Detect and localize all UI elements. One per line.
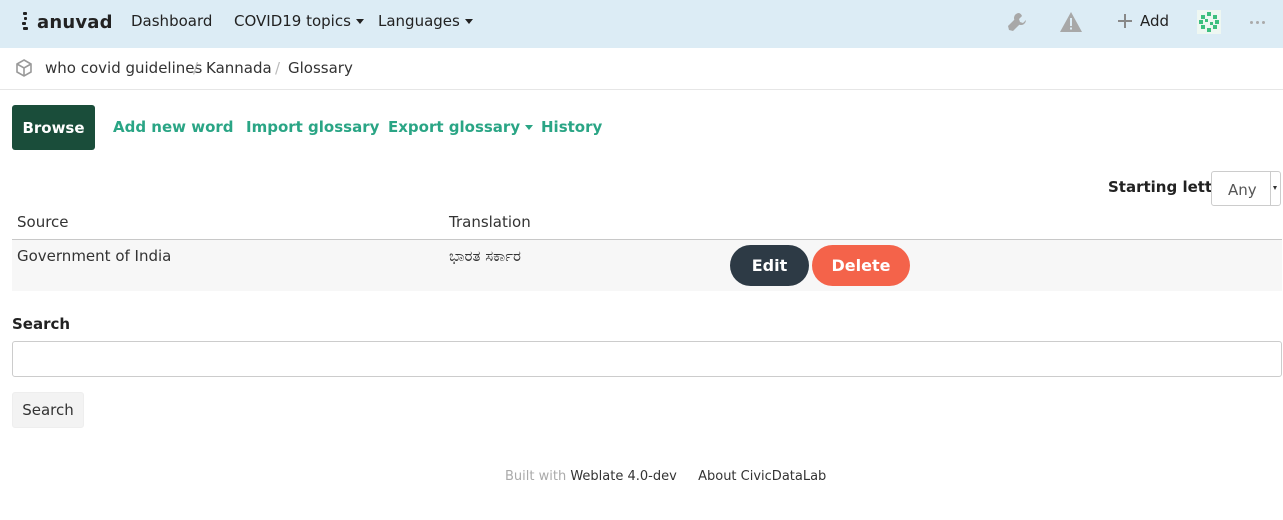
delete-button[interactable]: Delete bbox=[812, 245, 910, 286]
plus-icon[interactable] bbox=[1118, 14, 1132, 28]
footer-built-with: Built with bbox=[505, 469, 567, 484]
nav-languages-label: Languages bbox=[378, 12, 460, 30]
export-glossary-label: Export glossary bbox=[388, 118, 521, 136]
select-arrow-icon bbox=[1270, 172, 1279, 205]
nav-covid-topics[interactable]: COVID19 topics bbox=[234, 12, 364, 30]
breadcrumb: who covid guidelines / Kannada / Glossar… bbox=[0, 48, 1283, 90]
caret-down-icon bbox=[525, 125, 534, 130]
add-new-word-tab[interactable]: Add new word bbox=[113, 118, 234, 136]
nav-covid-topics-label: COVID19 topics bbox=[234, 12, 351, 30]
search-input[interactable] bbox=[12, 341, 1282, 377]
warning-icon[interactable] bbox=[1059, 11, 1083, 33]
anuvad-logo-icon bbox=[20, 11, 30, 33]
more-options-icon[interactable] bbox=[1250, 21, 1265, 24]
user-avatar[interactable] bbox=[1197, 10, 1221, 34]
row-source-cell: Government of India bbox=[17, 247, 172, 265]
wrench-icon[interactable] bbox=[1005, 10, 1029, 34]
import-glossary-tab[interactable]: Import glossary bbox=[246, 118, 379, 136]
breadcrumb-separator: / bbox=[275, 59, 281, 77]
caret-down-icon bbox=[355, 19, 364, 24]
browse-tab[interactable]: Browse bbox=[12, 105, 95, 150]
breadcrumb-project[interactable]: who covid guidelines bbox=[45, 59, 202, 77]
translation-column-header: Translation bbox=[449, 213, 531, 231]
footer-weblate-link[interactable]: Weblate 4.0-dev bbox=[570, 469, 676, 484]
starting-letter-select[interactable]: Any bbox=[1211, 171, 1281, 206]
brand-logo[interactable]: anuvad bbox=[20, 10, 113, 34]
caret-down-icon bbox=[464, 19, 473, 24]
breadcrumb-current-page[interactable]: Glossary bbox=[288, 59, 353, 77]
footer-about-link[interactable]: About CivicDataLab bbox=[698, 469, 826, 484]
breadcrumb-language[interactable]: Kannada bbox=[206, 59, 272, 77]
footer: Built with Weblate 4.0-dev About CivicDa… bbox=[505, 469, 826, 484]
cube-icon bbox=[16, 59, 32, 77]
export-glossary-tab[interactable]: Export glossary bbox=[388, 118, 534, 136]
row-translation-cell: ಭಾರತ ಸರ್ಕಾರ bbox=[449, 247, 521, 265]
search-button[interactable]: Search bbox=[12, 392, 84, 428]
history-tab[interactable]: History bbox=[541, 118, 602, 136]
search-label: Search bbox=[12, 315, 71, 333]
starting-letter-value: Any bbox=[1228, 181, 1257, 199]
add-button[interactable]: Add bbox=[1140, 12, 1169, 30]
nav-dashboard[interactable]: Dashboard bbox=[131, 12, 212, 30]
source-column-header: Source bbox=[17, 213, 69, 231]
nav-languages[interactable]: Languages bbox=[378, 12, 473, 30]
edit-button[interactable]: Edit bbox=[730, 245, 809, 286]
top-navbar: anuvad Dashboard COVID19 topics Language… bbox=[0, 0, 1283, 48]
breadcrumb-separator: / bbox=[193, 59, 199, 77]
table-row bbox=[12, 240, 1282, 291]
brand-name: anuvad bbox=[37, 11, 113, 33]
